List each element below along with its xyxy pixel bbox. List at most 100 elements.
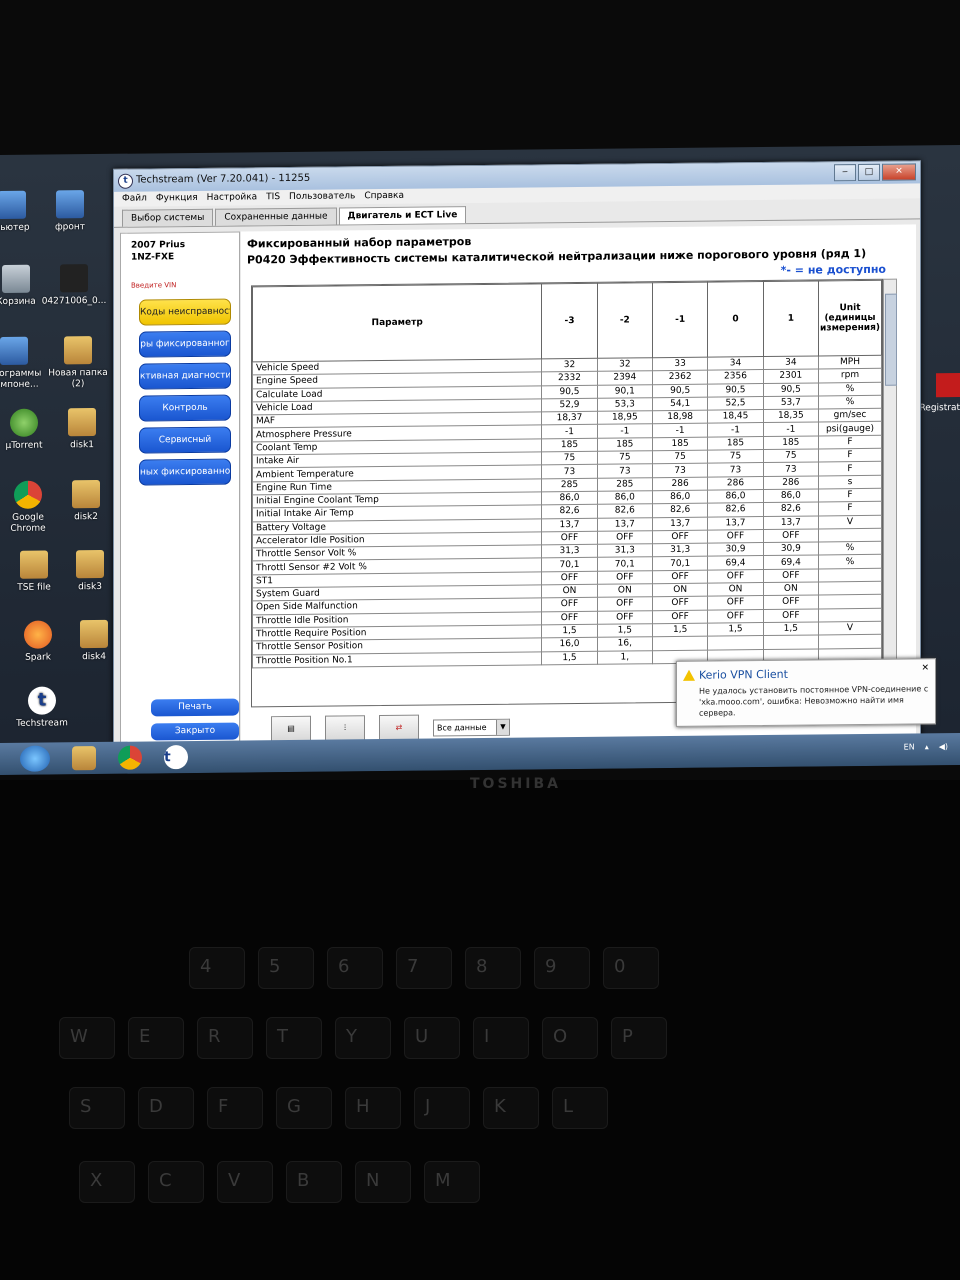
nav-utility-button[interactable]: Сервисный — [139, 426, 231, 454]
desktop-icon-techstream[interactable]: t Techstream — [8, 686, 76, 730]
value-cell: 33 — [652, 357, 708, 371]
menu-file[interactable]: Файл — [122, 191, 147, 206]
desktop-icon-front[interactable]: фронт — [36, 190, 104, 234]
unit-cell: % — [818, 554, 882, 569]
menu-help[interactable]: Справка — [364, 189, 404, 204]
value-cell: OFF — [707, 595, 764, 610]
table-view-icon[interactable]: ▤ — [271, 715, 311, 743]
print-button[interactable]: Печать — [151, 698, 239, 717]
parameter-table-container: Параметр -3 -2 -1 0 1 Unit (единицы изме… — [251, 278, 883, 708]
value-cell: 285 — [597, 477, 653, 492]
registration-icon[interactable] — [936, 372, 960, 398]
key-label: H — [356, 1096, 370, 1117]
key-label: F — [218, 1096, 229, 1117]
key-label: 9 — [545, 956, 557, 977]
value-cell: ON — [652, 583, 708, 598]
desktop-icon-disk2[interactable]: disk2 — [52, 479, 120, 524]
value-cell: OFF — [763, 595, 819, 610]
close-button[interactable]: Закрыто — [151, 722, 239, 741]
desktop-icon-programs[interactable]: Программы компоне... — [0, 336, 48, 392]
maximize-button[interactable]: □ — [858, 163, 880, 182]
keyboard-key: M — [425, 1162, 479, 1202]
key-label: G — [287, 1096, 301, 1117]
keyboard-key: 6 — [328, 948, 382, 988]
nav-active-test-button[interactable]: ктивная диагностик — [139, 362, 231, 390]
desktop-icon-disk1[interactable]: disk1 — [48, 408, 116, 452]
keyboard-key: B — [287, 1162, 341, 1202]
file-icon — [60, 264, 88, 293]
value-cell: -1 — [597, 424, 653, 439]
value-cell: OFF — [652, 569, 708, 584]
keyboard-key: J — [415, 1088, 469, 1128]
tab-saved-data[interactable]: Сохраненные данные — [215, 207, 337, 226]
data-filter-select[interactable]: Все данные ▼ — [433, 718, 510, 736]
value-cell: -1 — [652, 423, 708, 438]
laptop-brand: TOSHIBA — [470, 776, 561, 792]
unit-cell — [818, 528, 882, 543]
unit-cell: V — [818, 621, 882, 636]
language-indicator[interactable]: EN — [904, 742, 915, 751]
nav-fixed-data-button[interactable]: ных фиксированног — [139, 458, 231, 486]
value-cell: OFF — [597, 610, 653, 625]
vpn-notification[interactable]: ✕ Kerio VPN Client Не удалось установить… — [676, 658, 936, 727]
network-icon[interactable]: ▴ — [925, 742, 929, 751]
value-cell: 34 — [763, 355, 819, 370]
keyboard-key: U — [405, 1018, 459, 1058]
value-cell: 2362 — [652, 370, 708, 385]
key-label: R — [208, 1026, 221, 1047]
graph-view-icon[interactable]: ⫶ — [325, 715, 365, 742]
start-button[interactable] — [20, 745, 50, 772]
value-cell: 2332 — [541, 371, 598, 386]
menu-tis[interactable]: TIS — [266, 190, 280, 205]
explorer-taskbar-icon[interactable] — [72, 746, 96, 771]
close-window-button[interactable]: ✕ — [882, 163, 916, 181]
value-cell: 31,3 — [541, 544, 598, 559]
value-cell: 75 — [541, 451, 598, 466]
vin-label[interactable]: Введите VIN — [121, 263, 239, 294]
desktop-icon-new-folder[interactable]: Новая папка (2) — [44, 336, 112, 391]
key-label: W — [70, 1026, 88, 1047]
value-cell: OFF — [652, 596, 708, 611]
value-cell: 2356 — [707, 369, 764, 384]
menu-settings[interactable]: Настройка — [207, 190, 258, 206]
minimize-button[interactable]: ‒ — [834, 164, 856, 182]
unit-cell: F — [818, 488, 882, 503]
close-notification-icon[interactable]: ✕ — [921, 663, 929, 673]
techstream-taskbar-icon[interactable]: t — [164, 745, 188, 770]
folder-icon — [68, 408, 96, 437]
key-label: T — [277, 1026, 288, 1047]
value-cell: 18,95 — [597, 410, 653, 425]
table-scrollbar[interactable] — [883, 278, 897, 701]
menu-user[interactable]: Пользователь — [289, 189, 355, 205]
menu-function[interactable]: Функция — [156, 191, 198, 206]
desktop-icon-file[interactable]: 04271006_0... — [40, 264, 108, 308]
value-cell: ON — [597, 583, 653, 598]
key-label: 5 — [269, 956, 281, 977]
nav-monitor-button[interactable]: Контроль — [139, 394, 231, 422]
value-cell: 82,6 — [541, 504, 598, 519]
unit-cell — [818, 568, 882, 583]
value-cell: 82,6 — [763, 502, 819, 517]
nav-freeze-frame-button[interactable]: ры фиксированног — [139, 330, 231, 358]
keyboard-key: L — [553, 1088, 607, 1128]
volume-icon[interactable]: ◀) — [939, 742, 948, 751]
value-cell: OFF — [597, 597, 653, 611]
window-title: Techstream (Ver 7.20.041) - 11255 — [136, 172, 311, 186]
value-cell: 18,35 — [763, 409, 819, 424]
nav-dtc-button[interactable]: Коды неисправност — [139, 298, 231, 326]
value-cell: 73 — [763, 462, 819, 477]
keyboard-key: V — [218, 1162, 272, 1202]
tab-system-select[interactable]: Выбор системы — [122, 208, 214, 227]
keyboard-key: H — [346, 1088, 400, 1128]
tab-engine-ect-live[interactable]: Двигатель и ECT Live — [338, 206, 467, 225]
chrome-taskbar-icon[interactable] — [118, 745, 142, 770]
key-label: D — [149, 1096, 163, 1117]
value-cell: 1,5 — [652, 623, 708, 637]
key-label: X — [90, 1170, 103, 1191]
swap-icon[interactable]: ⇄ — [379, 714, 419, 742]
scrollbar-thumb[interactable] — [885, 293, 897, 386]
folder-icon — [20, 550, 48, 579]
value-cell — [763, 635, 819, 650]
unit-cell: F — [818, 461, 882, 476]
keyboard-key: D — [139, 1088, 193, 1128]
